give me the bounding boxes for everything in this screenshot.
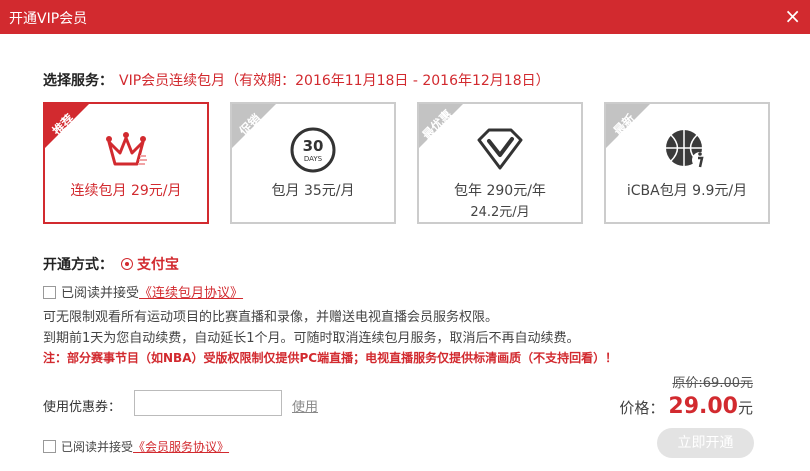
agreement-text: 已阅读并接受: [61, 286, 140, 301]
subscription-agreement-link[interactable]: 《连续包月协议》: [139, 286, 243, 301]
description-line: 到期前1天为您自动续费，自动延长1个月。可随时取消连续包月服务，取消后不再自动续…: [43, 331, 580, 346]
service-value: VIP会员连续包月（有效期：2016年11月18日 - 2016年12月18日）: [119, 73, 550, 89]
30-days-caption: DAYS: [304, 155, 323, 163]
plan-card-yearly[interactable]: 最优惠 包年 290元/年 24.2元/月: [417, 102, 583, 224]
plan-name: iCBA包月 9.9元/月: [626, 183, 748, 199]
plan-card-monthly-auto[interactable]: 推荐 连续包月 29元/月: [43, 102, 209, 224]
membership-agreement-link[interactable]: 《会员服务协议》: [133, 440, 229, 454]
payment-method[interactable]: 支付宝: [137, 257, 179, 273]
original-price-value: 69.00元: [702, 376, 753, 391]
warning-note: 注：部分赛事节目（如NBA）受版权限制仅提供PC端直播；电视直播服务仅提供标清画…: [43, 351, 618, 365]
original-price-label: 原价:: [672, 376, 703, 391]
plan-subprice: 24.2元/月: [470, 205, 530, 220]
plan-card-icba[interactable]: 最新 iCBA包月 9.9元/月: [604, 102, 770, 224]
title-bar: 开通VIP会员 ×: [0, 0, 810, 34]
agreement-row-membership: 已阅读并接受《会员服务协议》: [43, 438, 229, 455]
crown-icon: [106, 132, 147, 166]
plan-name: 包月 35元/月: [271, 183, 355, 199]
original-price: 原价:69.00元: [672, 372, 753, 391]
coupon-input[interactable]: [134, 390, 282, 416]
service-label: 选择服务：: [43, 73, 113, 89]
coupon-use-link[interactable]: 使用: [292, 396, 318, 415]
current-price: 价格： 29.00元: [619, 394, 753, 419]
basketball-icon: [666, 130, 708, 168]
plan-name: 连续包月 29元/月: [70, 183, 182, 199]
plan-card-monthly[interactable]: 促销 30 DAYS 包月 35元/月: [230, 102, 396, 224]
window-title: 开通VIP会员: [9, 11, 88, 27]
agreement-text: 已阅读并接受: [61, 440, 134, 454]
description-line: 可无限制观看所有运动项目的比赛直播和录像，并赠送电视直播会员服务权限。: [43, 310, 499, 325]
coupon-label: 使用优惠券：: [43, 400, 122, 415]
service-description: 可无限制观看所有运动项目的比赛直播和录像，并赠送电视直播会员服务权限。 到期前1…: [43, 307, 580, 349]
service-row: 选择服务： VIP会员连续包月（有效期：2016年11月18日 - 2016年12…: [43, 70, 550, 90]
30-days-number: 30: [303, 137, 324, 155]
price-label: 价格：: [619, 399, 665, 417]
plan-name: 包年 290元/年: [454, 183, 546, 199]
30-days-icon: 30 DAYS: [290, 127, 336, 173]
payment-label: 开通方式：: [43, 257, 113, 273]
agreement-row-subscription: 已阅读并接受《连续包月协议》: [43, 282, 243, 301]
subscribe-button[interactable]: 立即开通: [657, 428, 754, 458]
agreement-checkbox-subscription[interactable]: [43, 286, 56, 299]
diamond-v-icon: [477, 128, 523, 170]
price-unit: 元: [737, 399, 753, 417]
agreement-checkbox-membership[interactable]: [43, 440, 56, 453]
payment-row: 开通方式： 支付宝: [43, 254, 179, 274]
alipay-radio[interactable]: [121, 258, 133, 270]
price-value: 29.00: [668, 394, 738, 419]
close-icon[interactable]: ×: [784, 4, 801, 28]
